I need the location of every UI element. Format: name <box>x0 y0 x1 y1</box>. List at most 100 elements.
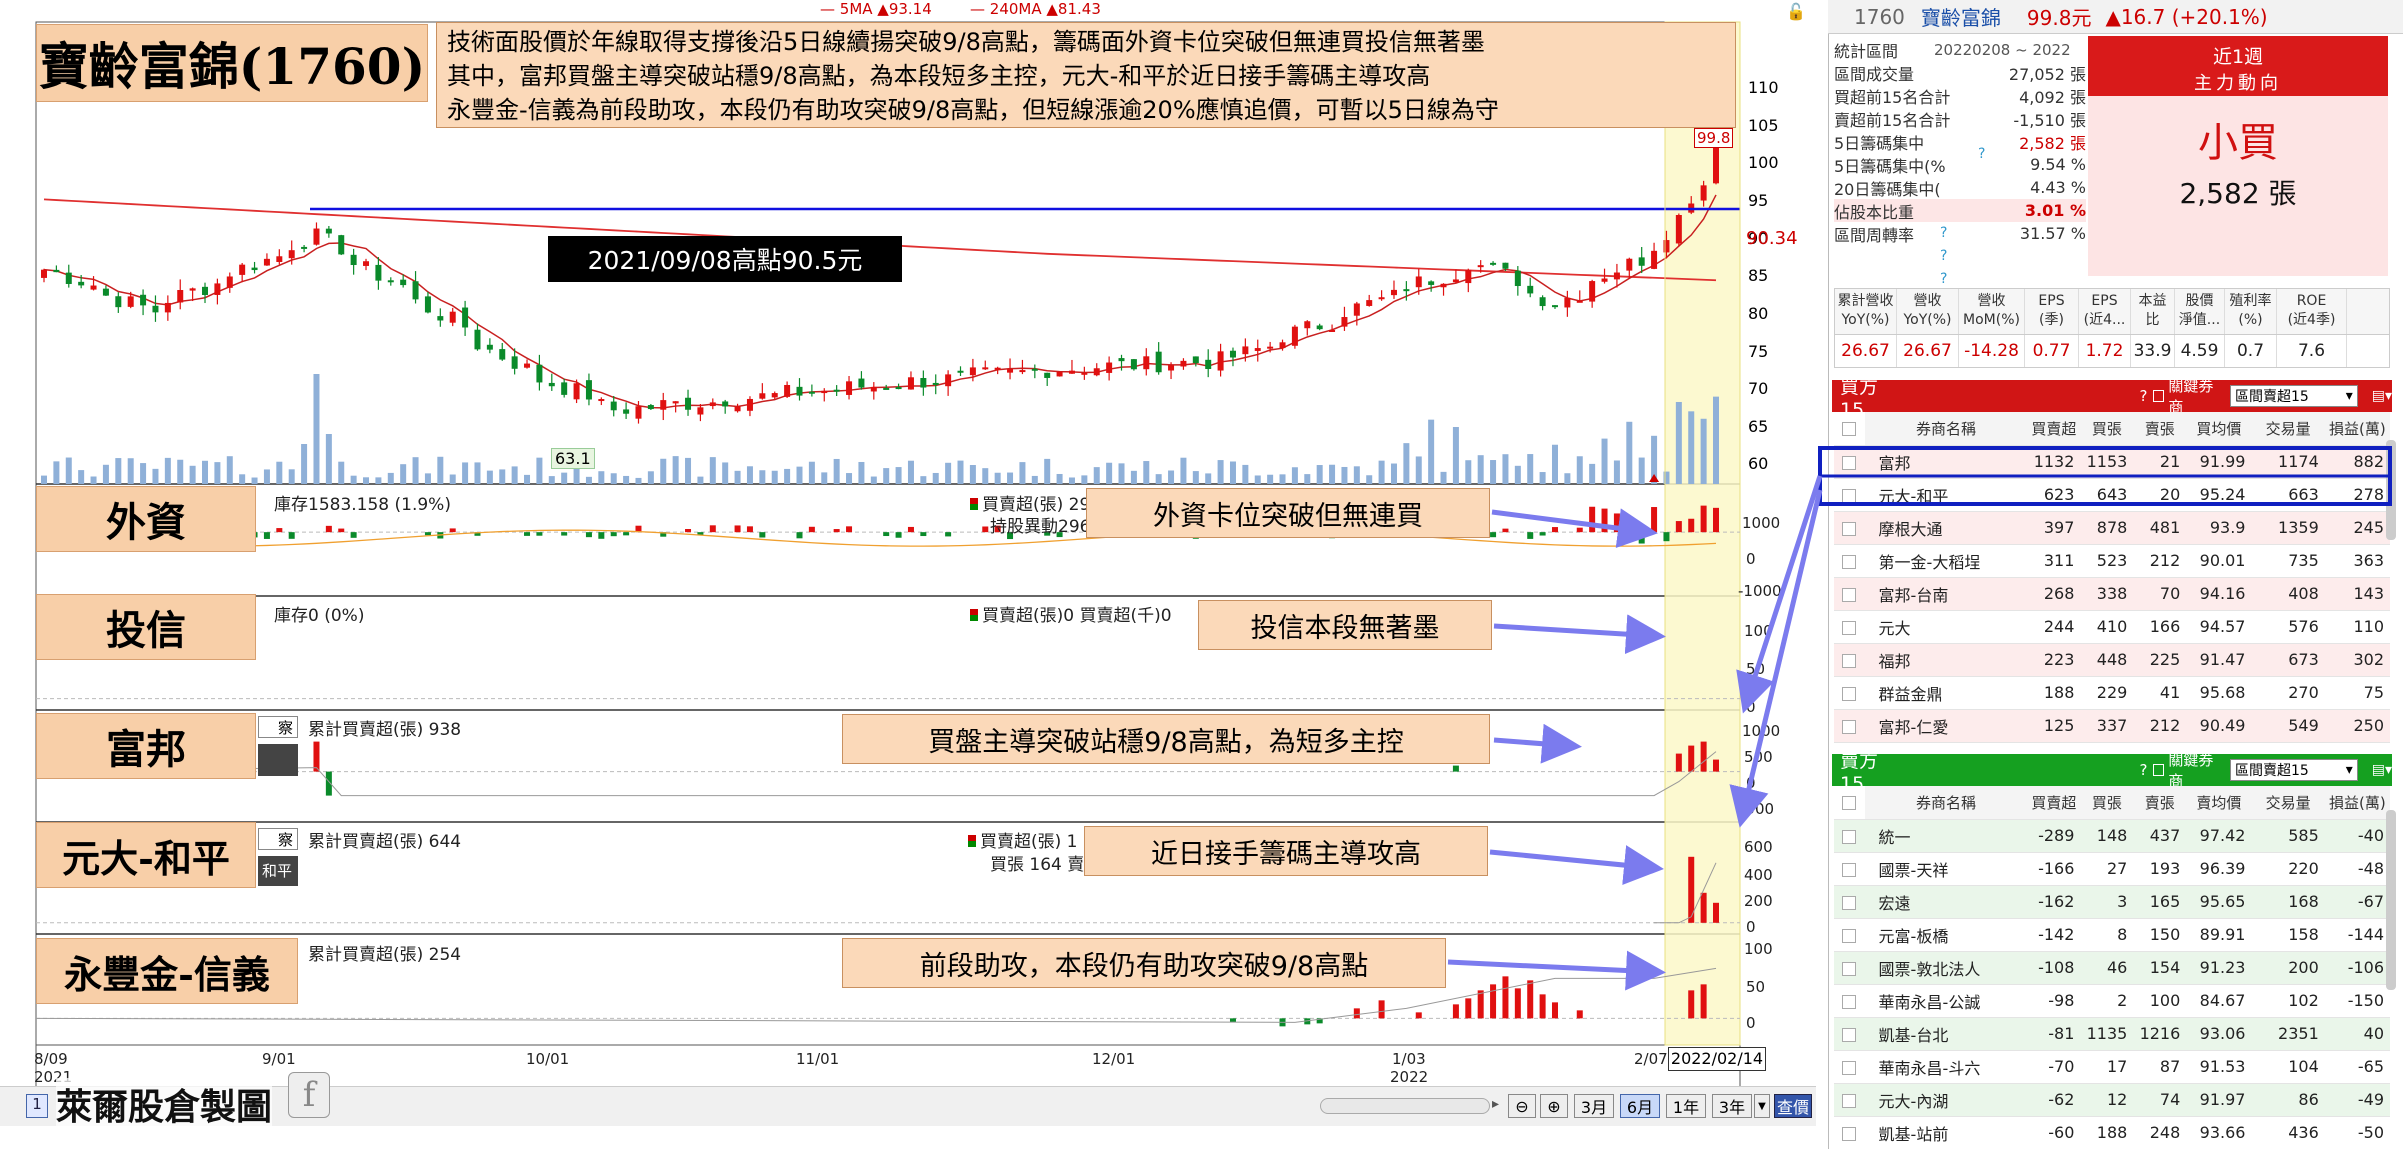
table-row[interactable]: 國票-敦北法人 -108 46 154 91.23 200 -106 <box>1834 951 2390 985</box>
broker-name[interactable]: 富邦-仁愛 <box>1864 709 2028 743</box>
row-checkbox[interactable] <box>1842 587 1857 602</box>
broker-name[interactable]: 國票-敦北法人 <box>1864 951 2028 985</box>
quote-name[interactable]: 寶齡富錦 <box>1921 2 2001 31</box>
table-row[interactable]: 元大-和平 623 643 20 95.24 663 278 <box>1834 478 2390 512</box>
help-icon[interactable]: ? <box>1940 248 1947 264</box>
yuanta-tag[interactable]: 察 <box>258 828 298 850</box>
query-button[interactable]: 查價 <box>1774 1094 1812 1118</box>
key-broker-checkbox[interactable] <box>2153 390 2165 402</box>
select-all-checkbox[interactable] <box>1842 422 1857 437</box>
page-number[interactable]: 1 <box>26 1094 48 1118</box>
column-header[interactable]: 賣張 <box>2133 786 2187 820</box>
row-checkbox[interactable] <box>1842 719 1857 734</box>
lock-icon[interactable]: 🔓 <box>1786 2 1806 21</box>
select-all-checkbox[interactable] <box>1842 796 1857 811</box>
zoom-in-icon[interactable]: ⊕ <box>1540 1094 1568 1118</box>
broker-name[interactable]: 群益金鼎 <box>1864 676 2028 710</box>
row-checkbox[interactable] <box>1842 961 1857 976</box>
column-header[interactable]: 買張 <box>2080 786 2134 820</box>
table-row[interactable]: 凱基-站前 -60 188 248 93.66 436 -50 <box>1834 1116 2390 1149</box>
key-broker-checkbox[interactable] <box>2153 764 2165 776</box>
column-header[interactable]: 買均價 <box>2186 412 2252 446</box>
broker-name[interactable]: 凱基-台北 <box>1864 1017 2028 1051</box>
broker-name[interactable]: 宏遠 <box>1864 885 2028 919</box>
column-header[interactable]: 損益(萬) <box>2324 786 2390 820</box>
help-icon[interactable]: ? <box>2140 387 2148 405</box>
table-row[interactable]: 富邦-台南 268 338 70 94.16 408 143 <box>1834 577 2390 611</box>
zoom-3y-button[interactable]: 3年 <box>1712 1094 1752 1118</box>
column-header[interactable]: 買張 <box>2080 412 2134 446</box>
table-row[interactable]: 元大-內湖 -62 12 74 91.97 86 -49 <box>1834 1083 2390 1117</box>
horizontal-scrollbar[interactable] <box>1320 1098 1490 1114</box>
buy-scrollbar[interactable] <box>2386 440 2396 540</box>
scroll-right-icon[interactable]: ▸ <box>1492 1096 1499 1112</box>
row-checkbox[interactable] <box>1842 994 1857 1009</box>
row-checkbox[interactable] <box>1842 521 1857 536</box>
fubon-tag[interactable]: 察 <box>258 716 298 738</box>
help-icon[interactable]: ? <box>1978 146 1985 162</box>
broker-name[interactable]: 福邦 <box>1864 643 2028 677</box>
zoom-1y-button[interactable]: 1年 <box>1666 1094 1706 1118</box>
column-header[interactable]: 買賣超 <box>2027 412 2081 446</box>
row-checkbox[interactable] <box>1842 686 1857 701</box>
column-header[interactable]: 券商名稱 <box>1864 786 2028 820</box>
buy-dropdown[interactable]: 區間賣超15 ▾ <box>2229 385 2358 407</box>
zoom-3m-button[interactable]: 3月 <box>1574 1094 1614 1118</box>
column-header[interactable]: 交易量 <box>2251 412 2325 446</box>
sell-dropdown[interactable]: 區間賣超15 ▾ <box>2229 759 2358 781</box>
broker-name[interactable]: 富邦-台南 <box>1864 577 2028 611</box>
row-checkbox[interactable] <box>1842 554 1857 569</box>
column-header[interactable]: 損益(萬) <box>2324 412 2390 446</box>
export-icon[interactable]: ▤▾ <box>2372 388 2392 404</box>
table-row[interactable]: 國票-天祥 -166 27 193 96.39 220 -48 <box>1834 852 2390 886</box>
broker-name[interactable]: 第一金-大稻埕 <box>1864 544 2028 578</box>
row-checkbox[interactable] <box>1842 1126 1857 1141</box>
table-row[interactable]: 華南永昌-斗六 -70 17 87 91.53 104 -65 <box>1834 1050 2390 1084</box>
column-header[interactable]: 買賣超 <box>2027 786 2081 820</box>
table-row[interactable]: 華南永昌-公誠 -98 2 100 84.67 102 -150 <box>1834 984 2390 1018</box>
table-row[interactable]: 宏遠 -162 3 165 95.65 168 -67 <box>1834 885 2390 919</box>
row-checkbox[interactable] <box>1842 829 1857 844</box>
table-row[interactable]: 凱基-台北 -81 1135 1216 93.06 2351 40 <box>1834 1017 2390 1051</box>
row-checkbox[interactable] <box>1842 653 1857 668</box>
broker-name[interactable]: 元大-內湖 <box>1864 1083 2028 1117</box>
row-checkbox[interactable] <box>1842 1093 1857 1108</box>
table-row[interactable]: 第一金-大稻埕 311 523 212 90.01 735 363 <box>1834 544 2390 578</box>
broker-name[interactable]: 元大 <box>1864 610 2028 644</box>
row-checkbox[interactable] <box>1842 455 1857 470</box>
table-row[interactable]: 元大 244 410 166 94.57 576 110 <box>1834 610 2390 644</box>
table-row[interactable]: 統一 -289 148 437 97.42 585 -40 <box>1834 819 2390 853</box>
table-row[interactable]: 福邦 223 448 225 91.47 673 302 <box>1834 643 2390 677</box>
table-row[interactable]: 富邦-仁愛 125 337 212 90.49 549 250 <box>1834 709 2390 743</box>
broker-name[interactable]: 統一 <box>1864 819 2028 853</box>
table-row[interactable]: 群益金鼎 188 229 41 95.68 270 75 <box>1834 676 2390 710</box>
broker-name[interactable]: 國票-天祥 <box>1864 852 2028 886</box>
export-icon[interactable]: ▤▾ <box>2372 762 2392 778</box>
broker-name[interactable]: 元富-板橋 <box>1864 918 2028 952</box>
row-checkbox[interactable] <box>1842 620 1857 635</box>
broker-name[interactable]: 富邦 <box>1864 445 2028 479</box>
row-checkbox[interactable] <box>1842 1027 1857 1042</box>
table-row[interactable]: 摩根大通 397 878 481 93.9 1359 245 <box>1834 511 2390 545</box>
row-checkbox[interactable] <box>1842 1060 1857 1075</box>
table-row[interactable]: 元富-板橋 -142 8 150 89.91 158 -144 <box>1834 918 2390 952</box>
zoom-out-icon[interactable]: ⊖ <box>1508 1094 1536 1118</box>
help-icon[interactable]: ? <box>1940 225 1947 241</box>
broker-name[interactable]: 華南永昌-公誠 <box>1864 984 2028 1018</box>
help-icon[interactable]: ? <box>2140 761 2148 779</box>
row-checkbox[interactable] <box>1842 862 1857 877</box>
table-row[interactable]: 國票-安和1111473689.5183122 <box>1834 742 2390 752</box>
row-checkbox[interactable] <box>1842 488 1857 503</box>
table-row[interactable]: 富邦 1132 1153 21 91.99 1174 882 <box>1834 445 2390 479</box>
broker-name[interactable]: 元大-和平 <box>1864 478 2028 512</box>
column-header[interactable]: 賣張 <box>2133 412 2187 446</box>
column-header[interactable]: 交易量 <box>2251 786 2325 820</box>
row-checkbox[interactable] <box>1842 928 1857 943</box>
broker-name[interactable]: 摩根大通 <box>1864 511 2028 545</box>
row-checkbox[interactable] <box>1842 895 1857 910</box>
broker-name[interactable]: 華南永昌-斗六 <box>1864 1050 2028 1084</box>
help-icon[interactable]: ? <box>1940 271 1947 287</box>
column-header[interactable]: 賣均價 <box>2186 786 2252 820</box>
column-header[interactable]: 券商名稱 <box>1864 412 2028 446</box>
zoom-6m-button[interactable]: 6月 <box>1620 1094 1660 1118</box>
